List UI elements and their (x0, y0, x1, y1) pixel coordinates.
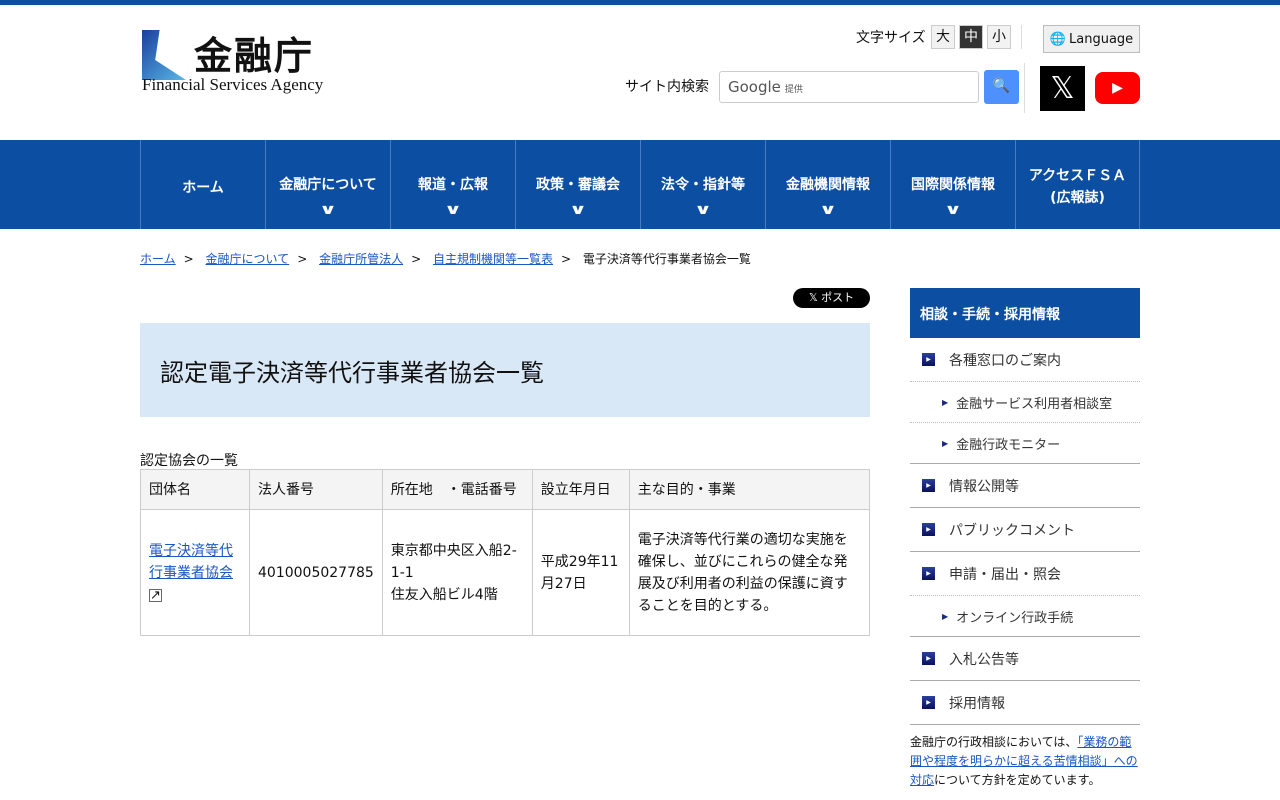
font-size-label: 文字サイズ (856, 30, 926, 46)
breadcrumb-about[interactable]: 金融庁について (206, 252, 290, 266)
breadcrumb: ホーム > 金融庁について > 金融庁所管法人 > 自主規制機関等一覧表 > 電子決済等… (140, 252, 751, 266)
sidebar-item-label: 採用情報 (949, 695, 1005, 712)
table-row: 電子決済等代行事業者協会 ↗ 4010005027785 東京都中央区入船2-1-… (140, 509, 871, 636)
table-header-row: 団体名 法人番号 所在地 ・電話番号 設立年月日 主な目的・事業 (140, 469, 871, 510)
arrow-icon: ▶ (922, 523, 935, 536)
cell-purpose: 電子決済等代行業の適切な実施を確保し、並びにこれらの健全な発展及び利用者の利益の… (628, 509, 871, 636)
note-text: について方針を定めています。 (934, 773, 1101, 787)
nav-label: 国際関係情報 (911, 177, 995, 193)
search-label: サイト内検索 (625, 79, 709, 95)
page-title: 認定電子決済等代行事業者協会一覧 (160, 359, 544, 387)
global-nav: ホーム 金融庁について ∨ 報道・広報 ∨ 政策・審議会 ∨ 法令・指針等 ∨ 金融機関… (0, 140, 1280, 229)
breadcrumb-self-regulatory[interactable]: 自主規制機関等一覧表 (433, 252, 553, 266)
sidebar-item-label: パブリックコメント (949, 522, 1075, 539)
youtube-link[interactable]: ▶ (1095, 72, 1140, 104)
column-header: 設立年月日 (531, 469, 630, 510)
nav-label: ホーム (182, 180, 224, 196)
arrow-icon: ▶ (922, 696, 935, 709)
association-table: 団体名 法人番号 所在地 ・電話番号 設立年月日 主な目的・事業 電子決済等代行… (140, 469, 871, 636)
font-size-small-button[interactable]: 小 (987, 25, 1011, 49)
column-header: 主な目的・事業 (628, 469, 871, 510)
nav-label: アクセスＦＳＡ (1028, 168, 1127, 184)
globe-icon: 🌐 (1049, 31, 1067, 47)
divider (1024, 63, 1025, 113)
cell-name: 電子決済等代行事業者協会 ↗ (140, 509, 250, 636)
sidebar-item-disclosure[interactable]: ▶ 情報公開等 (910, 464, 1140, 508)
nav-access-fsa[interactable]: アクセスＦＳＡ (広報誌) (1015, 140, 1140, 229)
triangle-icon: ▶ (942, 611, 949, 621)
sidebar-note: 金融庁の行政相談においては、「業務の範囲や程度を明らかに超える苦情相談」への対応… (910, 725, 1140, 790)
address-line: 東京都中央区入船2-1-1 (390, 542, 517, 581)
x-post-button[interactable]: 𝕏 ポスト (793, 288, 870, 308)
arrow-icon: ▶ (922, 479, 935, 492)
nav-label-sub: (広報誌) (1050, 190, 1105, 206)
sidebar-sub-online[interactable]: ▶ オンライン行政手続 (910, 596, 1140, 637)
breadcrumb-corporations[interactable]: 金融庁所管法人 (319, 252, 403, 266)
sidebar: 相談・手続・採用情報 ▶ 各種窓口のご案内 ▶ 金融サービス利用者相談室 ▶ 金融行政… (910, 288, 1140, 790)
sidebar-sub-label: オンライン行政手続 (956, 610, 1074, 626)
sidebar-item-label: 申請・届出・照会 (949, 566, 1061, 583)
language-label: Language (1069, 31, 1134, 47)
fsa-logo[interactable]: 金融庁 Financial Services Agency (142, 25, 332, 95)
cell-number: 4010005027785 (249, 509, 383, 636)
sidebar-item-public-comment[interactable]: ▶ パブリックコメント (910, 508, 1140, 552)
sidebar-item-recruit[interactable]: ▶ 採用情報 (910, 681, 1140, 725)
search-icon: 🔍 (992, 78, 1011, 94)
x-twitter-link[interactable]: 𝕏 (1040, 66, 1085, 111)
breadcrumb-home[interactable]: ホーム (140, 252, 176, 266)
arrow-icon: ▶ (922, 567, 935, 580)
arrow-icon: ▶ (922, 353, 935, 366)
logo-mark-icon (142, 30, 186, 80)
divider (1021, 25, 1022, 49)
font-size-large-button[interactable]: 大 (931, 25, 955, 49)
cell-address: 東京都中央区入船2-1-1 住友入船ビル4階 (381, 509, 533, 636)
logo-english: Financial Services Agency (142, 75, 324, 94)
sidebar-sub-label: 金融サービス利用者相談室 (956, 396, 1113, 412)
column-header: 所在地 ・電話番号 (381, 469, 533, 510)
sidebar-sub-consultation[interactable]: ▶ 金融サービス利用者相談室 (910, 382, 1140, 423)
external-link-icon: ↗ (149, 587, 162, 603)
sidebar-sub-monitor[interactable]: ▶ 金融行政モニター (910, 423, 1140, 464)
language-button[interactable]: 🌐 Language (1043, 25, 1140, 53)
nav-label: 政策・審議会 (536, 177, 620, 193)
sidebar-sub-label: 金融行政モニター (956, 437, 1061, 453)
triangle-icon: ▶ (942, 438, 949, 448)
nav-label: 金融機関情報 (786, 177, 870, 193)
logo-text: 金融庁 (194, 34, 315, 78)
triangle-icon: ▶ (942, 397, 949, 407)
association-link[interactable]: 電子決済等代行事業者協会 (149, 543, 233, 581)
search-placeholder-suffix: 提供 (784, 85, 803, 95)
sidebar-item-label: 各種窓口のご案内 (949, 352, 1061, 369)
post-label: ポスト (821, 291, 855, 304)
breadcrumb-current: 電子決済等代行事業者協会一覧 (582, 252, 751, 266)
page-title-box: 認定電子決済等代行事業者協会一覧 (140, 323, 870, 417)
table-caption: 認定協会の一覧 (140, 453, 238, 469)
nav-international[interactable]: 国際関係情報 ∨ (890, 140, 1015, 229)
search-button[interactable]: 🔍 (984, 70, 1019, 104)
youtube-play-icon: ▶ (1112, 80, 1123, 96)
search-placeholder-brand: Google (728, 78, 781, 96)
note-text: 金融庁の行政相談においては、 (910, 735, 1078, 749)
cell-date: 平成29年11月27日 (531, 509, 630, 636)
nav-label: 報道・広報 (418, 177, 488, 193)
sidebar-item-bids[interactable]: ▶ 入札公告等 (910, 637, 1140, 681)
x-logo-icon: 𝕏 (1050, 71, 1075, 106)
column-header: 団体名 (140, 469, 250, 510)
nav-label: 金融庁について (279, 177, 377, 193)
nav-label: 法令・指針等 (661, 177, 745, 193)
sidebar-item-label: 情報公開等 (949, 478, 1019, 495)
sidebar-item-label: 入札公告等 (949, 651, 1019, 668)
sidebar-heading: 相談・手続・採用情報 (910, 288, 1140, 338)
arrow-icon: ▶ (922, 652, 935, 665)
sidebar-item-contact[interactable]: ▶ 各種窓口のご案内 (910, 338, 1140, 382)
address-line: 住友入船ビル4階 (390, 586, 498, 603)
font-size-medium-button[interactable]: 中 (959, 25, 983, 49)
search-input[interactable]: Google 提供 (719, 71, 979, 103)
column-header: 法人番号 (249, 469, 383, 510)
sidebar-item-applications[interactable]: ▶ 申請・届出・照会 (910, 552, 1140, 596)
